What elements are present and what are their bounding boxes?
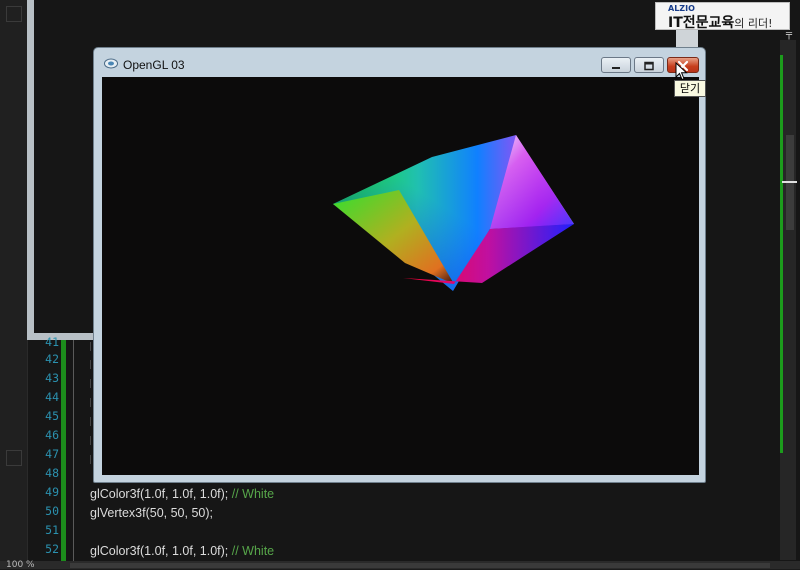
code-line[interactable]: glColor3f(1.0f, 1.0f, 1.0f); // White (90, 544, 274, 558)
ad-banner[interactable]: ALZIO IT전문교육의 리더! (655, 2, 790, 32)
editor-margin-box (6, 450, 22, 466)
code-comment: // White (231, 544, 275, 558)
opengl-viewport[interactable] (102, 77, 699, 475)
ad-headline: IT전문교육의 리더! (668, 12, 773, 32)
minimize-icon (612, 67, 620, 69)
opengl-window[interactable]: OpenGL 03 (93, 47, 706, 483)
line-number: 41 (45, 335, 59, 349)
code-comment: // White (231, 487, 275, 501)
mouse-cursor-icon (675, 62, 688, 81)
code-text: glColor3f(1.0f, 1.0f, 1.0f); (90, 544, 232, 558)
line-number: 47 (45, 447, 59, 461)
line-number: 45 (45, 409, 59, 423)
ad-headline-text: IT전문교육 (668, 15, 735, 31)
line-number: 46 (45, 428, 59, 442)
line-number: 43 (45, 371, 59, 385)
line-number: 49 (45, 485, 59, 499)
change-indicator-bar (61, 340, 66, 569)
background-window-tab (676, 30, 698, 47)
minimize-button[interactable] (601, 57, 631, 73)
left-margin (0, 0, 28, 569)
line-number: 42 (45, 352, 59, 366)
outline-fold-line (73, 340, 74, 569)
maximize-button[interactable] (634, 57, 664, 73)
code-text: glColor3f(1.0f, 1.0f, 1.0f); (90, 487, 232, 501)
app-icon (104, 58, 118, 69)
code-line[interactable]: glVertex3f(50, 50, 50); (90, 506, 213, 520)
zoom-level[interactable]: 100 % (6, 561, 35, 570)
line-number: 44 (45, 390, 59, 404)
code-line[interactable]: glColor3f(1.0f, 1.0f, 1.0f); // White (90, 487, 274, 501)
split-view-icon[interactable]: ╤ (782, 30, 796, 40)
line-number: 51 (45, 523, 59, 537)
ad-tagline: 의 리더! (734, 17, 773, 30)
rgb-color-cube (333, 135, 574, 291)
scrollbar-change-map (780, 55, 783, 453)
horizontal-scrollbar[interactable] (70, 563, 770, 568)
line-number-gutter: 41 42 43 44 45 46 47 48 49 50 51 52 (27, 335, 63, 569)
line-number: 52 (45, 542, 59, 556)
scrollbar-caret-marker (782, 181, 797, 183)
window-title: OpenGL 03 (123, 58, 185, 72)
code-text: glVertex3f(50, 50, 50); (90, 506, 213, 520)
background-window-frame (27, 0, 102, 340)
editor-margin-box (6, 6, 22, 22)
maximize-icon (644, 61, 654, 71)
line-number: 48 (45, 466, 59, 480)
close-tooltip: 닫기 (674, 80, 706, 97)
line-number: 50 (45, 504, 59, 518)
